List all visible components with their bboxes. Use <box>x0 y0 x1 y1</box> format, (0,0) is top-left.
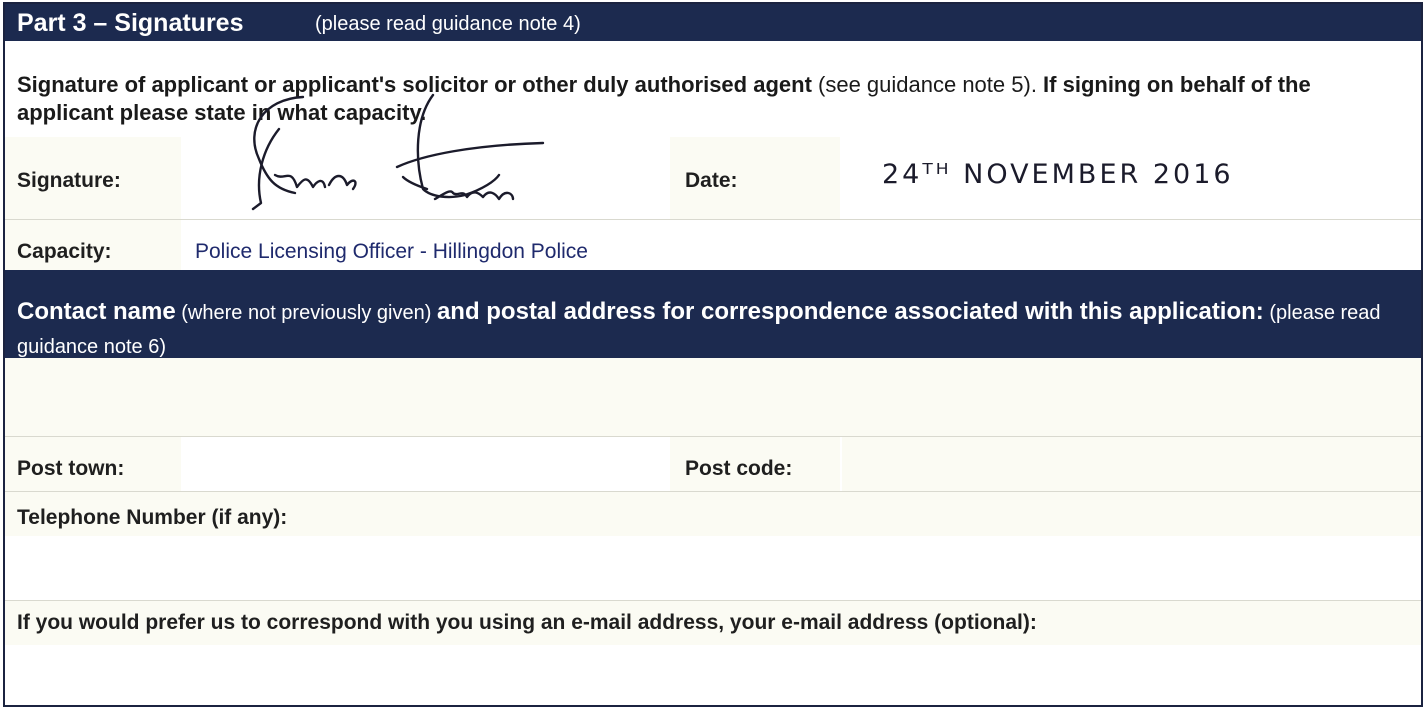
post-town-field[interactable] <box>183 437 668 491</box>
contact-header: Contact name (where not previously given… <box>5 270 1421 358</box>
telephone-row: Telephone Number (if any): <box>5 492 1421 536</box>
post-code-label: Post code: <box>685 457 793 480</box>
part3-title: Part 3 – Signatures <box>17 9 244 37</box>
contact-heading-bold-1: Contact name <box>17 298 176 325</box>
contact-heading-normal-1: (where not previously given) <box>175 302 437 324</box>
capacity-row: Capacity: Police Licensing Officer - Hil… <box>5 220 1421 270</box>
email-row: If you would prefer us to correspond wit… <box>5 601 1421 645</box>
handwritten-signature-icon <box>251 93 545 211</box>
email-label: If you would prefer us to correspond wit… <box>17 611 1037 634</box>
date-label: Date: <box>685 169 738 192</box>
part3-header: Part 3 – Signatures (please read guidanc… <box>5 4 1421 41</box>
capacity-value[interactable]: Police Licensing Officer - Hillingdon Po… <box>195 240 588 264</box>
intro-normal: (see guidance note 5). <box>811 72 1044 97</box>
part3-guidance-note: (please read guidance note 4) <box>315 13 581 35</box>
post-row: Post town: Post code: <box>5 437 1421 491</box>
telephone-field[interactable] <box>5 536 1421 600</box>
signature-field[interactable] <box>183 93 668 220</box>
telephone-label: Telephone Number (if any): <box>17 506 288 529</box>
post-code-field[interactable] <box>842 437 1421 491</box>
address-field[interactable] <box>5 358 1421 436</box>
post-town-label: Post town: <box>17 457 125 480</box>
signature-row: Signature: Date: 24ᵀᴴ NOVEMBER 2016 <box>5 93 1421 220</box>
capacity-label: Capacity: <box>17 240 112 263</box>
signature-label: Signature: <box>17 169 121 192</box>
date-value[interactable]: 24ᵀᴴ NOVEMBER 2016 <box>882 159 1234 190</box>
contact-heading-bold-2: and postal address for correspondence as… <box>436 298 1264 325</box>
signatures-form: Part 3 – Signatures (please read guidanc… <box>3 2 1423 707</box>
email-field[interactable] <box>5 645 1421 703</box>
